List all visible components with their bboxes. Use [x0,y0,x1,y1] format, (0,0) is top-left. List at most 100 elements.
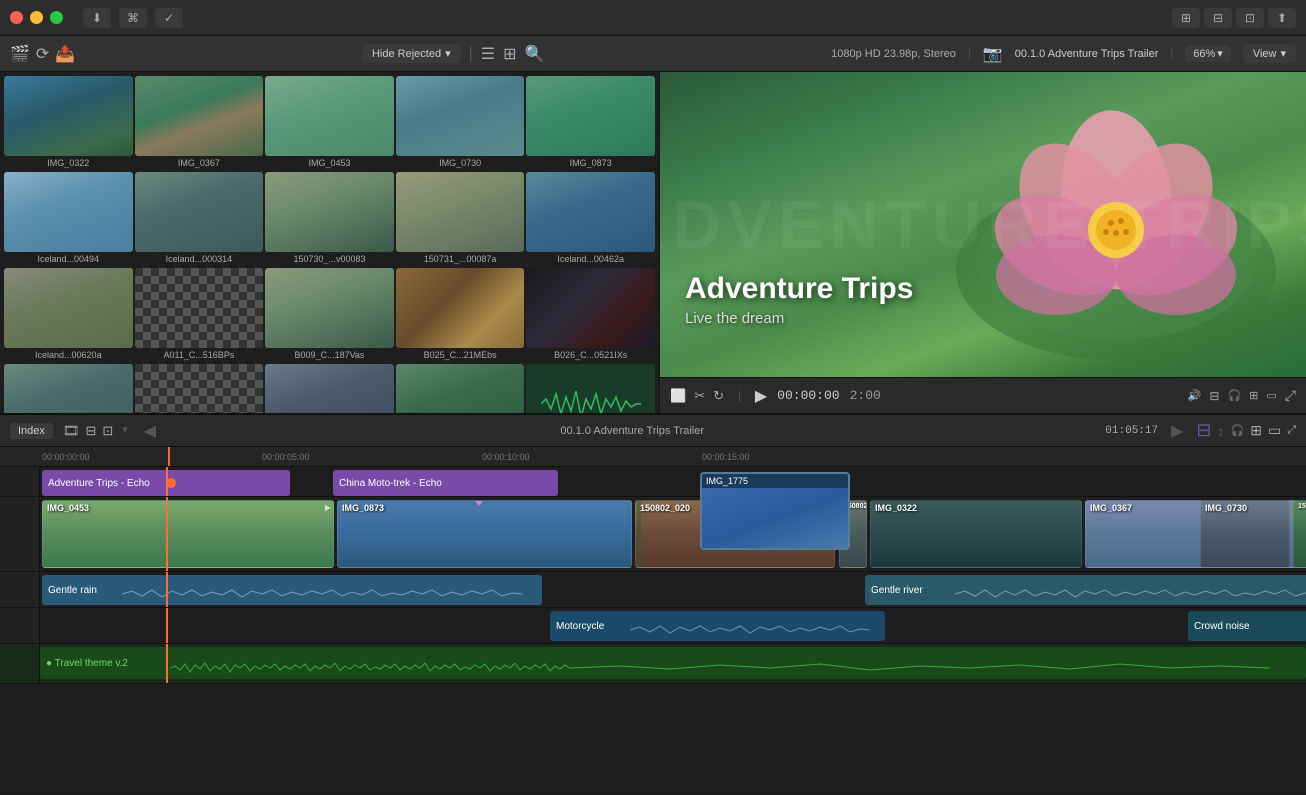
preview-panel: ADVENTURE TRIPS Adventure Trips Live the… [660,72,1306,413]
list-item[interactable]: B009_C...187Vas [265,268,394,362]
list-item[interactable]: C004_C...5U6acs [265,364,394,413]
list-item[interactable]: C003_C...WZacs [396,364,525,413]
video-clip-1[interactable]: IMG_0453 ▶ [42,500,334,568]
theme-clip[interactable]: ● Travel theme v.2 [40,647,1306,679]
download-icon[interactable]: ⬇ [83,8,111,28]
floating-clip[interactable]: IMG_1775 [700,472,850,550]
clip-thumbnail [265,172,394,252]
list-item[interactable]: IMG_0453 [265,76,394,170]
fullscreen-icon[interactable]: ⤢ [1285,387,1296,404]
trim-icon[interactable]: ✂ [694,388,705,404]
split-icon[interactable]: ⊞ [1249,389,1258,402]
list-item[interactable]: Travel theme v.2 [526,364,655,413]
audio-icon[interactable]: 🔊 [1188,389,1202,402]
headphones-icon[interactable]: 🎧 [1227,389,1241,402]
preview-overlay: Adventure Trips Live the dream [685,272,913,327]
list-item[interactable]: B002_C...14TNas [135,364,264,413]
grid-view-icon[interactable]: ⊞ [503,44,516,64]
key-icon[interactable]: ⌘ [119,8,147,28]
list-item[interactable]: Iceland...00494 [4,172,133,266]
bars-icon[interactable]: ⊟ [1209,389,1219,403]
list-item[interactable]: IMG_0322 [4,76,133,170]
panels-icon[interactable]: ⊟ [1204,8,1232,28]
list-item[interactable]: IMG_0873 [526,76,655,170]
video-clip-2[interactable]: IMG_0873 [337,500,632,568]
list-item[interactable]: A011_C...516BPs [135,268,264,362]
headphone-icon-2[interactable]: 🎧 [1231,424,1245,437]
grid-icon[interactable]: ⊞ [1172,8,1200,28]
preview-main-title: Adventure Trips [685,272,913,306]
view-label: View [1253,48,1277,60]
clip-appearance-icon[interactable]: 🎞 [63,423,80,439]
list-item[interactable]: B025_C...21MEbs [396,268,525,362]
play-button[interactable]: ▶ [755,386,767,406]
clip-thumbnail [396,76,525,156]
list-item[interactable]: Iceland...000314 [135,172,264,266]
audio-clip-gentle-rain[interactable]: Gentle rain [42,575,542,605]
video-clip-6[interactable]: IMG_0730 [1200,500,1290,568]
list-view-icon[interactable]: ☰ [481,44,495,64]
search-icon[interactable]: 🔍 [525,44,545,64]
clip-label: B009_C...187Vas [265,348,394,362]
audio-clip-gentle-river[interactable]: Gentle river [865,575,1306,605]
ruler-mark-10: 00:00:10:00 [482,452,530,462]
close-button[interactable] [10,11,23,24]
clip-thumbnail [265,76,394,156]
duration-display: 2:00 [850,388,881,403]
track-content-audio1: Gentle rain Gentle river [40,572,1306,607]
check-icon[interactable]: ✓ [155,8,183,28]
fit-view-icon[interactable]: ▭ [1268,422,1281,439]
list-item[interactable]: B028_C...21A6as [4,364,133,413]
add-to-timeline-icon[interactable]: ⊟ [1196,420,1211,441]
toolbar-icons: 🎬 ⟳ 📤 [10,44,75,64]
film-icon[interactable]: 🎬 [10,44,30,64]
clip-thumbnail [526,268,655,348]
track-header [0,467,40,496]
video-clip-4[interactable]: IMG_0322 [870,500,1082,568]
maximize-button[interactable] [50,11,63,24]
chevron-down-icon-3: ▾ [1280,47,1286,60]
timeline-duration: 01:05:17 [1105,425,1158,437]
list-item[interactable]: Iceland...00620a [4,268,133,362]
waveform-icon[interactable]: ⊡ [102,423,113,439]
waveform-display-icon[interactable]: ↕ [1218,423,1225,439]
list-item[interactable]: B026_C...0521IXs [526,268,655,362]
list-item[interactable]: IMG_0367 [135,76,264,170]
video-clip-label-4: IMG_0322 [875,503,917,513]
import-icon[interactable]: ⟳ [36,44,49,64]
collapse-icon[interactable]: ⊟ [85,423,96,439]
index-button[interactable]: Index [10,423,53,439]
music-clip-2[interactable]: China Moto-trek - Echo [333,470,558,496]
video-clip-label-3: 150802_020 [640,503,690,513]
clip-arrow-1: ▶ [325,503,331,512]
ruler-time-10: 00:00:10:00 [482,452,530,462]
list-item[interactable]: 150730_...v00083 [265,172,394,266]
hide-rejected-label: Hide Rejected [372,48,441,60]
audio-clip-motorcycle[interactable]: Motorcycle [550,611,885,641]
list-item[interactable]: Iceland...00462a [526,172,655,266]
list-item[interactable]: IMG_0730 [396,76,525,170]
browser-panel: IMG_0322 IMG_0367 IMG_0453 IMG_0730 IMG_… [0,72,660,413]
view-button[interactable]: View ▾ [1243,44,1296,63]
crop-icon[interactable]: ⬜ [670,388,686,404]
video-clip-7[interactable]: 15... [1293,500,1306,568]
layout-icon[interactable]: ⊡ [1236,8,1264,28]
export-icon[interactable]: 📤 [55,44,75,64]
fit-icon[interactable]: ▭ [1266,389,1276,402]
track-header-audio1 [0,572,40,607]
hide-rejected-button[interactable]: Hide Rejected ▾ [362,44,461,63]
clips-grid: IMG_0322 IMG_0367 IMG_0453 IMG_0730 IMG_… [0,72,659,413]
expand-icon[interactable]: ⤢ [1287,424,1296,437]
list-item[interactable]: 150731_...00087a [396,172,525,266]
titlebar-icons: ⬇ ⌘ ✓ [83,8,183,28]
clip-label: 150730_...v00083 [265,252,394,266]
ruler-time-15: 00:00:15:00 [702,452,750,462]
zoom-level-button[interactable]: 66% ▾ [1185,45,1231,62]
minimize-button[interactable] [30,11,43,24]
audio-clip-crowd-noise[interactable]: Crowd noise [1188,611,1306,641]
timeline-ruler: 00:00:00:00 00:00:05:00 00:00:10:00 00:0… [0,447,1306,467]
timeline-toolbar-icons: 🎞 ⊟ ⊡ ▾ [63,423,131,439]
layout-2-icon[interactable]: ⊞ [1250,422,1262,439]
share-icon[interactable]: ⬆ [1268,8,1296,28]
rotate-icon[interactable]: ↻ [713,388,724,404]
